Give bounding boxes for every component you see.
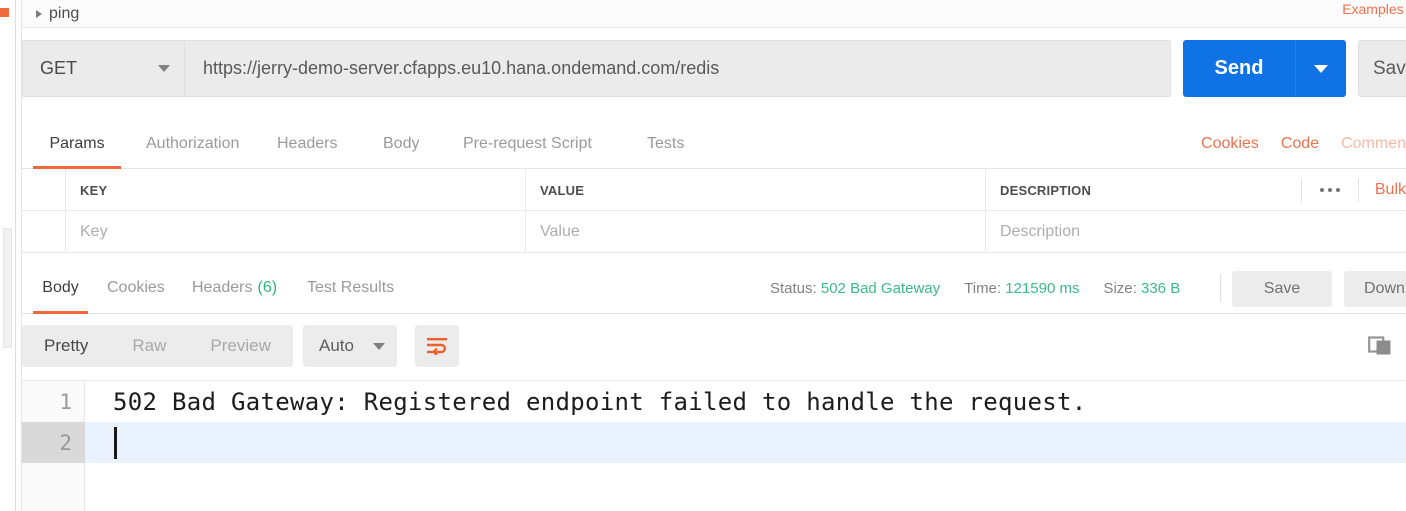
rail-divider — [15, 0, 16, 511]
time-label: Time: — [964, 279, 1002, 297]
format-raw-button[interactable]: Raw — [110, 325, 188, 367]
format-segmented-control: Pretty Raw Preview — [22, 325, 293, 367]
chevron-right-icon[interactable] — [36, 10, 42, 18]
column-header-key: KEY — [66, 169, 526, 211]
request-name-strip: ping Examples (0 — [22, 0, 1406, 28]
format-pretty-button[interactable]: Pretty — [22, 325, 110, 367]
response-tab-cookies[interactable]: Cookies — [107, 262, 165, 314]
select-all-checkbox-cell[interactable] — [22, 169, 66, 211]
status-label: Status: — [770, 279, 817, 297]
code-line: 1 502 Bad Gateway: Registered endpoint f… — [22, 381, 1406, 422]
code-line-text: 502 Bad Gateway: Registered endpoint fai… — [113, 387, 1087, 416]
url-bar-row: GET https://jerry-demo-server.cfapps.eu1… — [22, 29, 1406, 119]
column-header-value-label: VALUE — [540, 182, 585, 198]
comments-link[interactable]: Commen — [1341, 135, 1406, 153]
code-line-active: 2 — [22, 422, 1406, 463]
postman-request-response-view: ping Examples (0 GET https://jerry-demo-… — [0, 0, 1406, 511]
http-method-label: GET — [40, 58, 78, 78]
tab-pre-request-script[interactable]: Pre-request Script — [463, 119, 592, 169]
request-name: ping — [49, 5, 80, 22]
params-table: KEY VALUE DESCRIPTION Bulk Key Value Des… — [22, 169, 1406, 255]
more-options-icon[interactable] — [1300, 178, 1359, 202]
sidebar-scrollbar[interactable] — [3, 228, 12, 348]
save-response-button[interactable]: Save — [1232, 271, 1332, 307]
column-header-value: VALUE — [526, 169, 986, 211]
copy-response-button[interactable] — [1364, 329, 1398, 363]
response-body-viewer[interactable]: 1 502 Bad Gateway: Registered endpoint f… — [22, 380, 1406, 511]
send-button[interactable]: Send — [1183, 40, 1295, 97]
chevron-down-icon — [1314, 64, 1328, 73]
status-badge: 502 Bad Gateway — [820, 279, 941, 297]
examples-link[interactable]: Examples (0 — [1342, 1, 1406, 17]
size-label: Size: — [1103, 279, 1137, 297]
table-row[interactable]: Key Value Description — [22, 211, 1406, 253]
tab-body[interactable]: Body — [383, 119, 419, 169]
url-input[interactable]: https://jerry-demo-server.cfapps.eu10.ha… — [185, 40, 1171, 97]
response-meta: Status: 502 Bad Gateway Time: 121590 ms … — [770, 262, 1180, 314]
param-description-placeholder: Description — [1000, 223, 1081, 240]
tab-params[interactable]: Params — [33, 119, 121, 169]
params-table-actions: Bulk — [1300, 169, 1406, 211]
download-response-button[interactable]: Downlo — [1344, 271, 1406, 307]
language-select-label: Auto — [319, 336, 354, 355]
cookies-link[interactable]: Cookies — [1201, 135, 1259, 153]
chevron-down-icon — [158, 65, 170, 72]
tab-tests[interactable]: Tests — [647, 119, 684, 169]
request-breadcrumb[interactable]: ping — [36, 0, 79, 28]
send-options-button[interactable] — [1295, 40, 1346, 97]
unsaved-changes-marker — [0, 8, 9, 17]
size-value: 336 B — [1141, 279, 1181, 297]
params-table-header-row: KEY VALUE DESCRIPTION Bulk — [22, 169, 1406, 211]
param-value-placeholder: Value — [540, 223, 580, 240]
param-description-input[interactable]: Description — [986, 211, 1406, 253]
column-header-key-label: KEY — [80, 182, 108, 198]
response-tab-headers[interactable]: Headers (6) — [192, 262, 277, 314]
response-bar: Body Cookies Headers (6) Test Results St… — [22, 262, 1406, 314]
response-format-toolbar: Pretty Raw Preview Auto — [22, 314, 1406, 380]
http-method-select[interactable]: GET — [22, 40, 185, 97]
word-wrap-button[interactable] — [415, 325, 459, 367]
param-key-placeholder: Key — [80, 223, 108, 240]
response-tab-body[interactable]: Body — [33, 262, 88, 314]
code-link[interactable]: Code — [1281, 135, 1319, 153]
param-value-input[interactable]: Value — [526, 211, 986, 253]
row-checkbox-cell[interactable] — [22, 211, 66, 253]
tab-authorization[interactable]: Authorization — [146, 119, 239, 169]
copy-icon — [1368, 336, 1391, 355]
request-tabs: Params Authorization Headers Body Pre-re… — [22, 119, 1406, 169]
tab-headers[interactable]: Headers — [277, 119, 337, 169]
time-meta: Time: 121590 ms — [964, 280, 1079, 297]
save-request-button[interactable]: Save — [1358, 40, 1406, 97]
status-meta: Status: 502 Bad Gateway — [770, 280, 940, 297]
word-wrap-icon — [427, 338, 447, 355]
response-headers-count: (6) — [257, 279, 278, 296]
text-cursor — [114, 427, 117, 459]
chevron-down-icon — [373, 342, 385, 350]
line-number: 1 — [59, 389, 72, 414]
time-value: 121590 ms — [1005, 279, 1080, 297]
response-tab-headers-label: Headers — [192, 279, 253, 296]
param-key-input[interactable]: Key — [66, 211, 526, 253]
size-meta: Size: 336 B — [1103, 280, 1180, 297]
line-number: 2 — [22, 422, 85, 463]
column-header-description-label: DESCRIPTION — [1000, 182, 1092, 198]
meta-divider — [1220, 274, 1221, 302]
language-select[interactable]: Auto — [303, 325, 397, 367]
format-preview-button[interactable]: Preview — [188, 325, 292, 367]
bulk-edit-link[interactable]: Bulk — [1359, 181, 1406, 199]
request-tab-links: Cookies Code Commen — [1201, 119, 1406, 169]
response-tab-test-results[interactable]: Test Results — [307, 262, 394, 314]
left-rail — [0, 0, 22, 511]
